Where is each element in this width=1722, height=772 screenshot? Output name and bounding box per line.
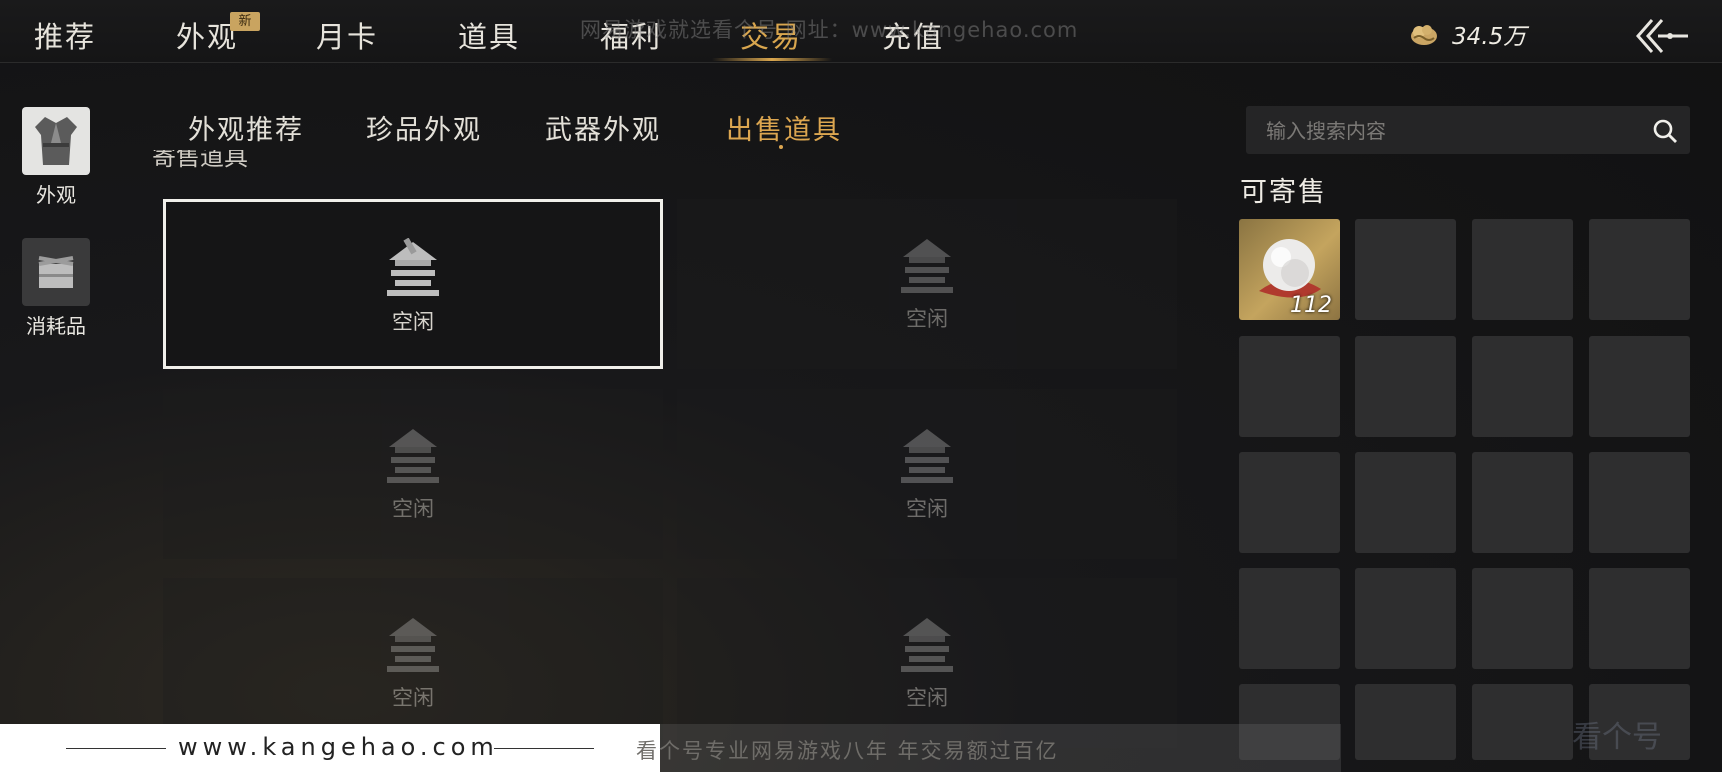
watermark-corner: 看个号 [1572, 720, 1662, 755]
inventory-slot-empty[interactable] [1589, 568, 1690, 669]
tab-recommend[interactable]: 推荐 [34, 14, 96, 56]
inventory-slot-empty[interactable] [1239, 336, 1340, 437]
inventory-slot-empty[interactable] [1589, 219, 1690, 320]
subtab-sell-items[interactable]: 出售道具 [726, 108, 842, 147]
consumable-icon [22, 238, 90, 306]
inventory-slot-empty[interactable] [1239, 568, 1340, 669]
currency-amount: 34.5万 [1452, 24, 1527, 50]
footer-banner: www.kangehao.com [0, 724, 660, 772]
slot-status-label: 空闲 [906, 307, 948, 331]
sidebar-item-consumables[interactable]: 消耗品 [22, 238, 90, 339]
search-box[interactable] [1246, 106, 1690, 154]
inventory-slot-empty[interactable] [1239, 452, 1340, 553]
inventory-item[interactable]: 112 [1239, 219, 1340, 320]
pavilion-icon [387, 429, 439, 483]
search-icon[interactable] [1652, 118, 1678, 144]
slot-status-label: 空闲 [906, 686, 948, 710]
inventory-slot-empty[interactable] [1355, 219, 1456, 320]
item-count: 112 [1290, 293, 1332, 318]
sidebar-label-consumables: 消耗品 [26, 314, 86, 338]
inventory-slot-empty[interactable] [1355, 336, 1456, 437]
subtab-rare-appearance[interactable]: 珍品外观 [366, 108, 482, 147]
tab-monthly-card[interactable]: 月卡 [316, 14, 378, 56]
new-badge: 新 [230, 12, 260, 31]
consign-slot[interactable]: 空闲 [677, 389, 1177, 559]
sidebar-item-appearance[interactable]: 外观 [22, 107, 90, 208]
inventory-slot-empty[interactable] [1472, 336, 1573, 437]
footer-slogan: 看个号专业网易游戏八年 年交易额过百亿 [636, 739, 1059, 763]
sellable-title: 可寄售 [1240, 177, 1327, 208]
consign-slot[interactable]: 空闲 [163, 578, 663, 748]
slot-status-label: 空闲 [392, 686, 434, 710]
pavilion-icon [901, 429, 953, 483]
pavilion-icon [387, 618, 439, 672]
subtab-weapon-appearance[interactable]: 武器外观 [545, 108, 661, 147]
consign-slot[interactable]: 空闲 [677, 578, 1177, 748]
inventory-slot-empty[interactable] [1472, 452, 1573, 553]
robe-icon [22, 107, 90, 175]
inventory-slot-empty[interactable] [1355, 568, 1456, 669]
slot-status-label: 空闲 [906, 497, 948, 521]
footer-divider [66, 748, 166, 749]
inventory-slot-empty[interactable] [1355, 684, 1456, 760]
slot-status-label: 空闲 [392, 497, 434, 521]
pavilion-icon [901, 239, 953, 293]
search-input[interactable] [1264, 116, 1628, 146]
section-title: 寄售道具 [152, 150, 248, 171]
sidebar-label-appearance: 外观 [36, 183, 76, 207]
inventory-slot-empty[interactable] [1589, 336, 1690, 437]
coin-cloud-icon [1411, 25, 1437, 45]
inventory-slot-empty[interactable] [1355, 452, 1456, 553]
consign-slot[interactable]: 空闲 [677, 199, 1177, 369]
active-tab-underline [712, 58, 832, 61]
consign-slot[interactable]: 空闲 [163, 199, 663, 369]
pavilion-icon [901, 618, 953, 672]
pavilion-icon [387, 238, 439, 296]
subtab-appearance-recommend[interactable]: 外观推荐 [188, 108, 304, 147]
inventory-slot-empty[interactable] [1589, 452, 1690, 553]
consign-slot[interactable]: 空闲 [163, 389, 663, 559]
footer-divider [494, 748, 594, 749]
tab-items[interactable]: 道具 [458, 14, 520, 56]
inventory-slot-empty[interactable] [1472, 684, 1573, 760]
back-arrow-icon[interactable] [1632, 14, 1692, 58]
watermark-top: 网易游戏就选看个号 网址：www.kangehao.com [580, 18, 1079, 42]
inventory-slot-empty[interactable] [1472, 568, 1573, 669]
footer-url: www.kangehao.com [178, 733, 499, 761]
tab-appearance[interactable]: 外观 [176, 14, 238, 56]
active-subtab-dot [779, 145, 783, 149]
inventory-slot-empty[interactable] [1472, 219, 1573, 320]
slot-status-label: 空闲 [392, 310, 434, 334]
